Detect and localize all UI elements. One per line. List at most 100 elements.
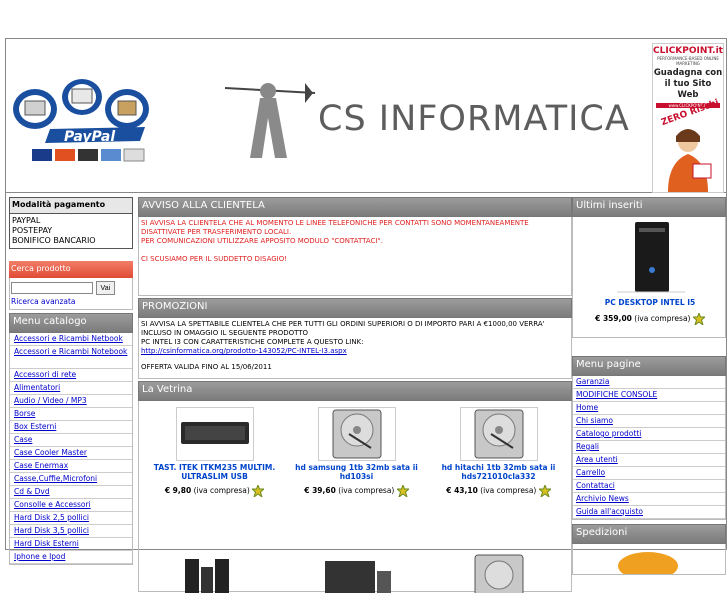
product-price: € 359,00: [595, 314, 632, 323]
promo-text: SI AVVISA LA SPETTABILE CLIENTELA CHE PE…: [141, 320, 545, 337]
avviso-title: AVVISO ALLA CLIENTELA: [138, 197, 572, 217]
page-link[interactable]: Archivio News: [573, 493, 725, 506]
site-title[interactable]: CS INFORMATICA: [318, 99, 630, 139]
page-link[interactable]: Home: [573, 402, 725, 415]
catalog-item[interactable]: Case Enermax: [10, 460, 132, 473]
search-input[interactable]: [11, 282, 93, 294]
catalog-list: Accessori e Ricambi Netbook Accessori e …: [9, 333, 133, 565]
left-column: Modalità pagamento PAYPAL POSTEPAY BONIF…: [9, 197, 133, 565]
payment-method: PAYPAL: [12, 216, 41, 225]
add-to-cart-icon[interactable]: [395, 483, 411, 499]
catalog-item[interactable]: Accessori di rete: [10, 369, 132, 382]
avviso-spacer: [141, 246, 569, 255]
site-header: PayPal CS INFORMATICA CLICKPOINT.it PERF…: [6, 39, 726, 193]
catalog-item[interactable]: Borse: [10, 408, 132, 421]
avviso-body: SI AVVISA LA CLIENTELA CHE AL MOMENTO LE…: [138, 217, 572, 296]
promo-spacer: [141, 356, 569, 363]
avviso-line: CI SCUSIAMO PER IL SUDDETTO DISAGIO!: [141, 255, 288, 263]
product-price-row: € 39,60 (iva compresa): [289, 483, 424, 499]
main-column: AVVISO ALLA CLIENTELA SI AVVISA LA CLIEN…: [138, 197, 572, 595]
product-price-row: € 43,10 (iva compresa): [431, 483, 566, 499]
product-image[interactable]: [317, 407, 396, 461]
catalog-item[interactable]: Alimentatori: [10, 382, 132, 395]
catalog-item[interactable]: Consolle e Accessori: [10, 499, 132, 512]
search-title: Cerca prodotto: [9, 261, 133, 278]
page-link[interactable]: Catalogo prodotti: [573, 428, 725, 441]
promo-link[interactable]: http://csinformatica.org/prodotto-143052…: [141, 347, 347, 355]
product-tax: (iva compresa): [193, 486, 250, 495]
product-price: € 43,10: [446, 486, 478, 495]
page-link[interactable]: Area utenti: [573, 454, 725, 467]
product-image[interactable]: [459, 407, 538, 461]
product-tax: (iva compresa): [634, 314, 691, 323]
advanced-search-link[interactable]: Ricerca avanzata: [11, 297, 131, 306]
vetrina-title: La Vetrina: [138, 381, 572, 401]
promo-validity: OFFERTA VALIDA FINO AL 15/06/2011: [141, 363, 272, 371]
page-link[interactable]: Carrello: [573, 467, 725, 480]
ad-person-image: [658, 124, 718, 192]
product-name[interactable]: hd samsung 1tb 32mb sata ii hd103si: [289, 463, 424, 481]
page-link[interactable]: Regali: [573, 441, 725, 454]
add-to-cart-icon[interactable]: [250, 483, 266, 499]
ultimi-box: PC DESKTOP INTEL I5 € 359,00 (iva compre…: [572, 217, 726, 338]
ad-tagline: PERFORMANCE-BASED ONLINE MARKETING: [657, 56, 719, 66]
right-column: Ultimi inseriti PC DESKTOP INTEL I5 € 35…: [572, 197, 726, 575]
page-link[interactable]: Contattaci: [573, 480, 725, 493]
product-price-row: € 359,00 (iva compresa): [573, 311, 727, 327]
catalog-menu: Menu catalogo Accessori e Ricambi Netboo…: [9, 313, 133, 565]
catalog-item[interactable]: Hard Disk 3,5 pollici: [10, 525, 132, 538]
page-link[interactable]: Chi siamo: [573, 415, 725, 428]
site-logo-figure: [220, 73, 320, 163]
clickpoint-ad[interactable]: CLICKPOINT.it PERFORMANCE-BASED ONLINE M…: [652, 43, 724, 193]
catalog-item[interactable]: Iphone e Ipod: [10, 551, 132, 564]
shipping-logo-image[interactable]: [613, 548, 683, 574]
catalog-item[interactable]: Cd & Dvd: [10, 486, 132, 499]
ad-brand: CLICKPOINT.it: [653, 46, 723, 56]
catalog-title: Menu catalogo: [9, 313, 133, 333]
catalog-item[interactable]: Case: [10, 434, 132, 447]
catalog-item[interactable]: Hard Disk 2,5 pollici: [10, 512, 132, 525]
page-link[interactable]: Garanzia: [573, 376, 725, 389]
page-link[interactable]: Guida all'acquisto: [573, 506, 725, 519]
product-name[interactable]: PC DESKTOP INTEL I5: [573, 298, 727, 307]
catalog-item[interactable]: Accessori e Ricambi Netbook: [10, 333, 132, 346]
avviso-line: PER COMUNICAZIONI UTILIZZARE APPOSITO MO…: [141, 237, 383, 245]
catalog-item[interactable]: Box Esterni: [10, 421, 132, 434]
vetrina-grid: TAST. ITEK ITKM235 MULTIM. ULTRASLIM USB…: [138, 401, 572, 595]
product-price: € 9,80: [164, 486, 192, 495]
promo-body: SI AVVISA LA SPETTABILE CLIENTELA CHE PE…: [138, 318, 572, 379]
spedizioni-title: Spedizioni: [572, 524, 726, 544]
payment-title: Modalità pagamento: [9, 197, 133, 214]
product-image[interactable]: [177, 553, 237, 593]
spedizioni-box: [572, 544, 726, 575]
page-frame: PayPal CS INFORMATICA CLICKPOINT.it PERF…: [5, 38, 727, 595]
product-name[interactable]: hd hitachi 1tb 32mb sata ii hds721010cla…: [431, 463, 566, 481]
paypal-label: PayPal: [64, 129, 116, 145]
catalog-item[interactable]: Accessori e Ricambi Notebook: [10, 346, 132, 369]
product-image[interactable]: [461, 553, 537, 595]
product-image[interactable]: [175, 407, 254, 461]
promo-text: PC INTEL I3 CON CARATTERISTICHE COMPLETE…: [141, 338, 364, 346]
product-image[interactable]: [613, 220, 689, 294]
promo-title: PROMOZIONI: [138, 298, 572, 318]
search-button[interactable]: Vai: [95, 281, 116, 295]
payment-list: PAYPAL POSTEPAY BONIFICO BANCARIO: [9, 214, 133, 249]
product-card[interactable]: hd hitachi 1tb 32mb sata ii hds721010cla…: [431, 407, 566, 499]
ad-headline: Guadagna con il tuo Sito Web: [653, 68, 723, 100]
catalog-item[interactable]: Audio / Video / MP3: [10, 395, 132, 408]
payment-method: BONIFICO BANCARIO: [12, 236, 96, 245]
page-link[interactable]: MODIFICHE CONSOLE: [573, 389, 725, 402]
search-body: Vai Ricerca avanzata: [9, 278, 133, 310]
product-name[interactable]: TAST. ITEK ITKM235 MULTIM. ULTRASLIM USB: [147, 463, 282, 481]
add-to-cart-icon[interactable]: [691, 311, 707, 327]
product-card[interactable]: TAST. ITEK ITKM235 MULTIM. ULTRASLIM USB…: [147, 407, 282, 499]
catalog-item[interactable]: Case Cooler Master: [10, 447, 132, 460]
menu-pagine-title: Menu pagine: [572, 356, 726, 376]
paypal-banner[interactable]: PayPal: [10, 79, 160, 169]
product-card[interactable]: hd samsung 1tb 32mb sata ii hd103si € 39…: [289, 407, 424, 499]
product-tax: (iva compresa): [338, 486, 395, 495]
avviso-line: SI AVVISA LA CLIENTELA CHE AL MOMENTO LE…: [141, 219, 529, 236]
catalog-item[interactable]: Casse,Cuffie,Microfoni: [10, 473, 132, 486]
add-to-cart-icon[interactable]: [537, 483, 553, 499]
product-image[interactable]: [319, 553, 395, 593]
